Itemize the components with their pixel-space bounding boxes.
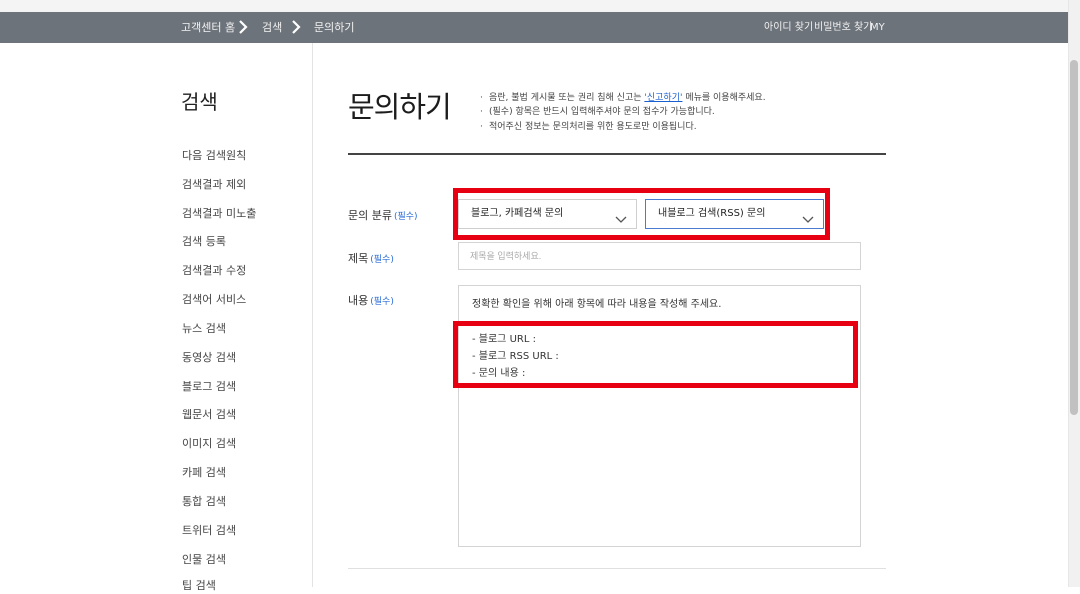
title-label: 제목 (필수) <box>348 252 394 265</box>
required-tag: (필수) <box>370 297 394 307</box>
find-id-link[interactable]: 아이디 찾기 <box>764 12 813 43</box>
sidebar-title: 검색 <box>181 90 218 114</box>
sidebar-divider <box>312 43 313 587</box>
sidebar-item[interactable]: 통합 검색 <box>182 494 226 510</box>
sidebar-item[interactable]: 웹문서 검색 <box>182 407 236 423</box>
highlight-box-category <box>453 188 830 240</box>
sidebar-item[interactable]: 팁 검색 <box>182 578 216 594</box>
notice-line: · 음란, 불법 게시물 또는 권리 침해 신고는 '신고하기' 메뉴를 이용해주… <box>480 93 766 103</box>
scrollbar-thumb[interactable] <box>1070 60 1078 415</box>
highlight-box-content <box>453 321 858 388</box>
find-password-link[interactable]: 비밀번호 찾기 <box>814 12 872 43</box>
sidebar-item[interactable]: 뉴스 검색 <box>182 321 226 337</box>
sidebar-item[interactable]: 트위터 검색 <box>182 523 236 539</box>
sidebar-item[interactable]: 검색결과 제외 <box>182 177 246 193</box>
title-input[interactable] <box>458 242 861 270</box>
chevron-right-icon <box>290 20 302 34</box>
bullet-icon: · <box>480 93 483 103</box>
report-link[interactable]: '신고하기' <box>644 93 682 103</box>
breadcrumb-search[interactable]: 검색 <box>262 12 282 43</box>
my-link[interactable]: MY <box>870 12 885 43</box>
notice-line: · (필수) 항목은 반드시 입력해주셔야 문의 접수가 가능합니다. <box>480 107 715 117</box>
chevron-right-icon <box>237 20 249 34</box>
content-label: 내용 (필수) <box>348 294 394 307</box>
sidebar-item[interactable]: 검색어 서비스 <box>182 292 246 308</box>
breadcrumb-home[interactable]: 고객센터 홈 <box>181 12 235 43</box>
required-tag: (필수) <box>370 255 394 265</box>
title-divider <box>348 153 886 155</box>
sidebar-item[interactable]: 검색 등록 <box>182 234 226 250</box>
content-intro-text: 정확한 확인을 위해 아래 항목에 따라 내용을 작성해 주세요. <box>472 299 722 310</box>
bullet-icon: · <box>480 107 483 117</box>
notice-line: · 적어주신 정보는 문의처리를 위한 용도로만 이용됩니다. <box>480 122 697 132</box>
sidebar-item[interactable]: 이미지 검색 <box>182 436 236 452</box>
breadcrumb-current: 문의하기 <box>314 21 355 34</box>
required-tag: (필수) <box>393 212 418 222</box>
top-nav-bar: 고객센터 홈 검색 문의하기 아이디 찾기 비밀번호 찾기 MY <box>0 12 1068 43</box>
sidebar-item[interactable]: 검색결과 미노출 <box>182 206 256 222</box>
form-bottom-divider <box>348 568 886 569</box>
sidebar-item[interactable]: 다음 검색원칙 <box>182 148 246 164</box>
sidebar-item[interactable]: 카페 검색 <box>182 465 226 481</box>
page-title: 문의하기 <box>348 90 452 124</box>
sidebar-item[interactable]: 검색결과 수정 <box>182 263 246 279</box>
sidebar-item[interactable]: 블로그 검색 <box>182 379 236 395</box>
sidebar-item[interactable]: 인물 검색 <box>182 552 226 568</box>
sidebar-item[interactable]: 동영상 검색 <box>182 350 236 366</box>
category-label: 문의 분류 (필수) <box>348 209 418 222</box>
browser-top-strip <box>0 0 1068 12</box>
bullet-icon: · <box>480 122 483 132</box>
